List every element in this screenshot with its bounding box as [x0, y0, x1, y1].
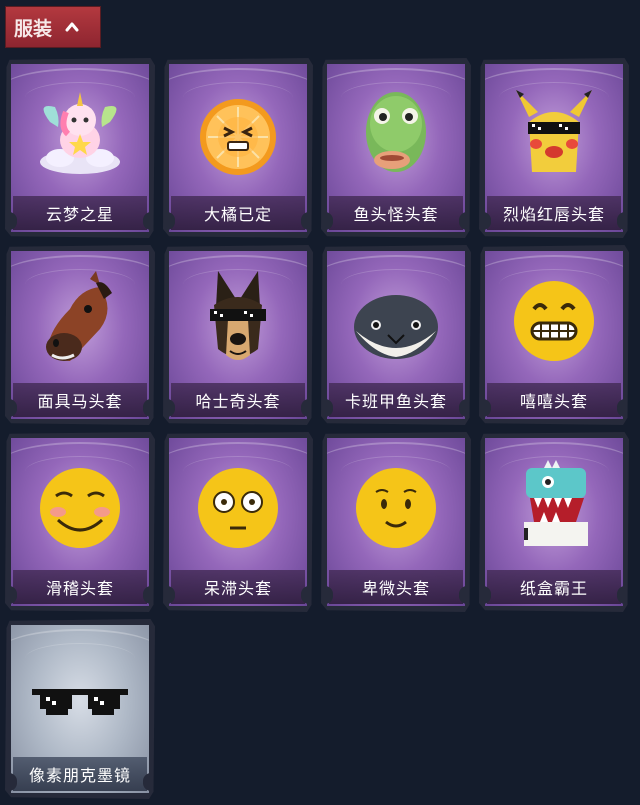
item-name: 面具马头套	[37, 392, 123, 411]
item-card[interactable]: 纸盒霸王	[479, 432, 629, 612]
item-card[interactable]: 像素朋克墨镜	[5, 619, 155, 799]
dazed-emoji-head-icon	[198, 468, 278, 548]
item-name: 卑微头套	[361, 579, 430, 598]
item-name: 鱼头怪头套	[353, 205, 439, 224]
horse-head-mask-icon	[46, 271, 112, 361]
item-name: 卡班甲鱼头套	[344, 392, 447, 411]
item-card[interactable]: 大橘已定	[163, 58, 313, 238]
item-card[interactable]: 滑稽头套	[5, 432, 155, 612]
fish-ball-head-icon	[354, 295, 438, 359]
item-name: 哈士奇头套	[195, 392, 281, 411]
item-card[interactable]: 呆滞头套	[163, 432, 313, 612]
item-card[interactable]: 哈士奇头套	[163, 245, 313, 425]
item-card[interactable]: 云梦之星	[5, 58, 155, 238]
section-tab-label: 服装	[14, 17, 53, 40]
item-card[interactable]: 卡班甲鱼头套	[321, 245, 471, 425]
item-name: 嘻嘻头套	[519, 392, 588, 411]
smirk-emoji-head-icon	[40, 468, 120, 548]
cardboard-dino-icon	[524, 460, 588, 546]
orange-slice-icon	[200, 99, 276, 175]
section-tab-costume[interactable]: 服装	[5, 6, 101, 48]
item-card[interactable]: 面具马头套	[5, 245, 155, 425]
grin-emoji-head-icon	[514, 281, 594, 361]
item-name: 像素朋克墨镜	[28, 766, 131, 785]
item-name: 烈焰红唇头套	[502, 205, 605, 224]
husky-head-mask-icon	[210, 271, 266, 360]
item-card[interactable]: 卑微头套	[321, 432, 471, 612]
item-name: 滑稽头套	[45, 579, 114, 598]
item-card[interactable]: 嘻嘻头套	[479, 245, 629, 425]
shy-emoji-head-icon	[356, 468, 436, 548]
unicorn-star-icon	[40, 92, 120, 174]
costume-grid: 云梦之星 大橘已定 鱼头怪头套 烈焰红唇头套 面具马头套 哈士奇头套 卡班甲鱼头…	[5, 58, 629, 799]
item-name: 大橘已定	[203, 205, 272, 224]
pixel-sunglasses-icon	[32, 689, 128, 715]
fish-head-mask-icon	[366, 92, 426, 172]
item-card[interactable]: 烈焰红唇头套	[479, 58, 629, 238]
item-card[interactable]: 鱼头怪头套	[321, 58, 471, 238]
item-name: 云梦之星	[45, 205, 114, 224]
item-name: 纸盒霸王	[519, 579, 588, 598]
yellow-mouse-mask-icon	[516, 90, 592, 172]
item-name: 呆滞头套	[203, 579, 272, 598]
chevron-up-icon	[65, 22, 79, 32]
